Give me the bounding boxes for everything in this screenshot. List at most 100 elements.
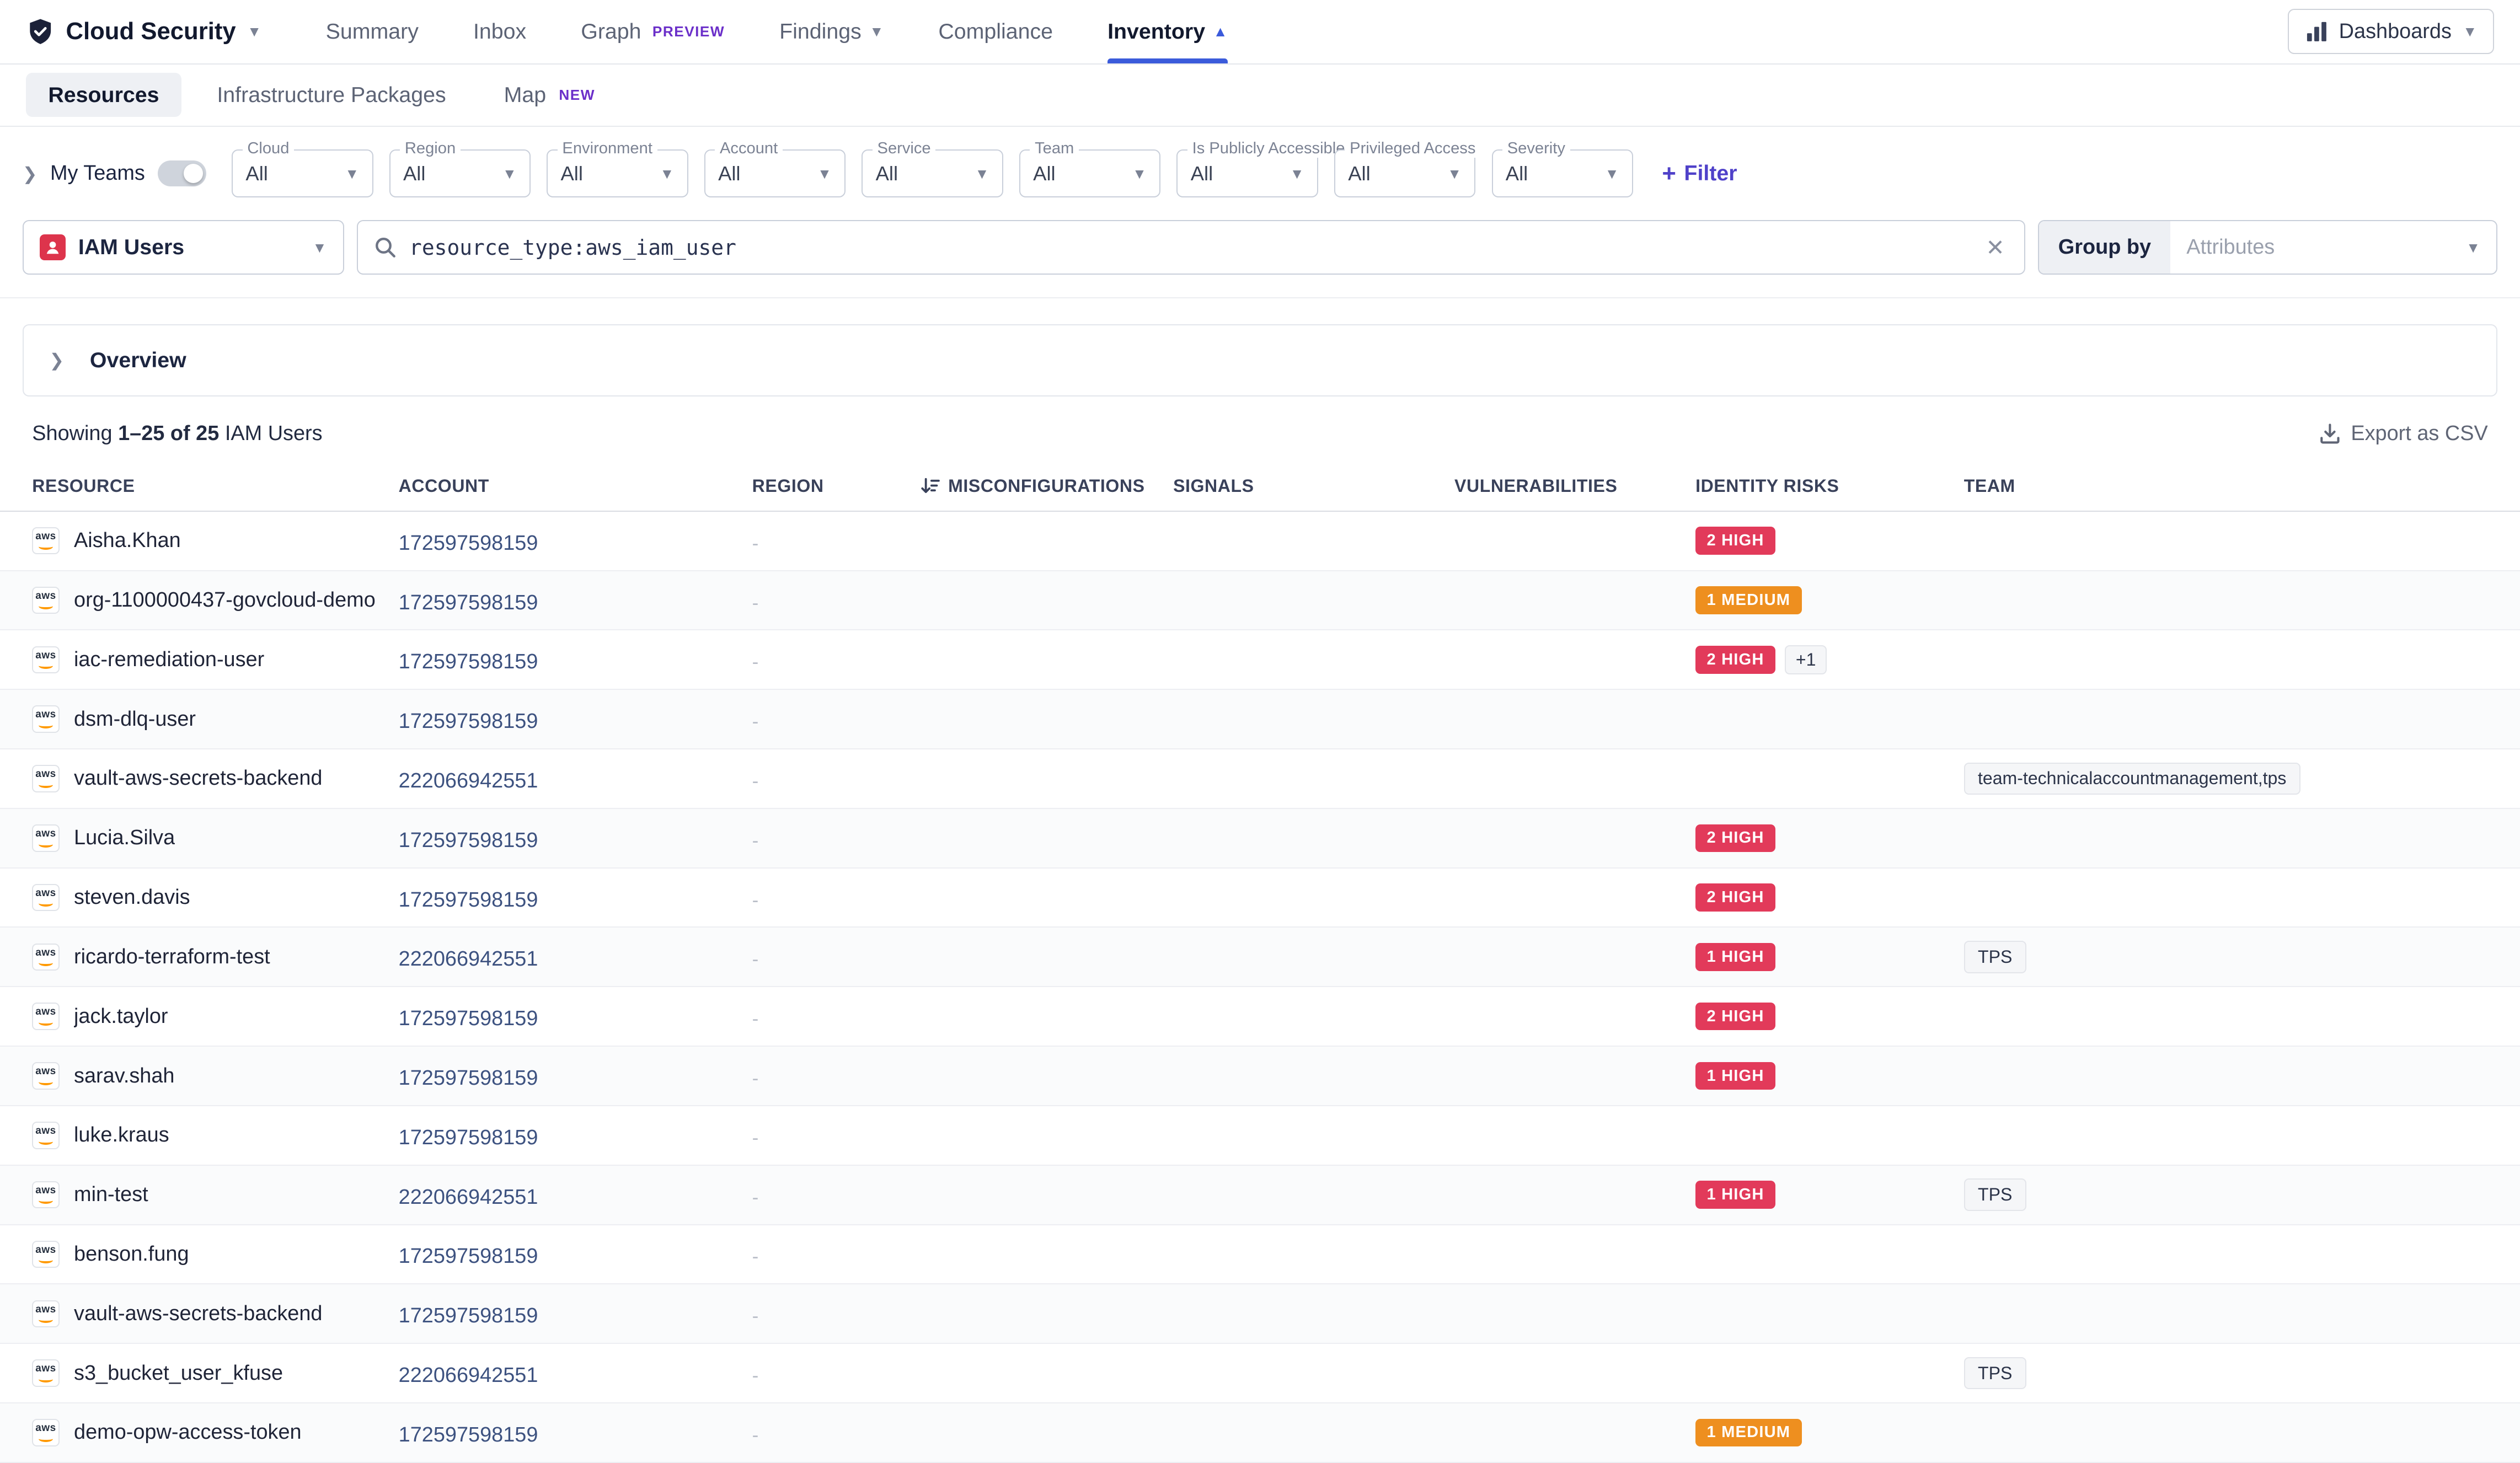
nav-item-inventory[interactable]: Inventory ▲	[1107, 0, 1228, 63]
table-row[interactable]: aws sarav.shah 172597598159 - 1 HIGH	[0, 1047, 2520, 1106]
table-row[interactable]: aws demo-opw-access-token 172597598159 -…	[0, 1403, 2520, 1463]
account-link[interactable]: 172597598159	[399, 591, 538, 614]
account-link[interactable]: 172597598159	[399, 1067, 538, 1090]
group-by-select[interactable]: Attributes ▼	[2170, 221, 2496, 274]
product-switcher[interactable]: Cloud Security ▼	[26, 0, 261, 63]
resource-name-link[interactable]: demo-opw-access-token	[74, 1421, 302, 1444]
export-csv-button[interactable]: Export as CSV	[2319, 422, 2488, 446]
resource-name-link[interactable]: dsm-dlq-user	[74, 708, 196, 731]
identity-risk-badge[interactable]: 1 HIGH	[1695, 1181, 1775, 1208]
column-header-resource[interactable]: RESOURCE	[32, 476, 398, 496]
table-row[interactable]: aws Aisha.Khan 172597598159 - 2 HIGH	[0, 512, 2520, 571]
nav-item-graph[interactable]: Graph PREVIEW	[581, 0, 725, 63]
tab-infrastructure-packages[interactable]: Infrastructure Packages	[195, 73, 469, 117]
filter-dropdown[interactable]: Team All ▼	[1019, 149, 1160, 197]
account-link[interactable]: 172597598159	[399, 1423, 538, 1446]
resource-name-link[interactable]: min-test	[74, 1183, 148, 1207]
identity-risk-badge[interactable]: 1 MEDIUM	[1695, 1419, 1802, 1446]
filter-dropdown[interactable]: Account All ▼	[704, 149, 846, 197]
overview-panel[interactable]: ❯ Overview	[23, 324, 2497, 396]
resource-name-link[interactable]: vault-aws-secrets-backend	[74, 1302, 322, 1326]
filter-dropdown[interactable]: Service All ▼	[862, 149, 1003, 197]
identity-risk-badge[interactable]: 1 HIGH	[1695, 943, 1775, 971]
team-chip[interactable]: TPS	[1964, 1357, 2026, 1389]
team-chip[interactable]: TPS	[1964, 1178, 2026, 1210]
account-link[interactable]: 222066942551	[399, 1186, 538, 1209]
table-row[interactable]: aws benson.fung 172597598159 -	[0, 1225, 2520, 1285]
resource-name-link[interactable]: Lucia.Silva	[74, 826, 175, 850]
column-header-team[interactable]: TEAM	[1964, 476, 2488, 496]
more-risks-chip[interactable]: +1	[1785, 645, 1826, 674]
resource-name-link[interactable]: benson.fung	[74, 1242, 189, 1266]
resource-name-link[interactable]: iac-remediation-user	[74, 648, 264, 672]
resource-name-link[interactable]: jack.taylor	[74, 1005, 168, 1028]
resource-name-link[interactable]: s3_bucket_user_kfuse	[74, 1362, 283, 1385]
account-link[interactable]: 172597598159	[399, 829, 538, 852]
identity-risk-badge[interactable]: 1 MEDIUM	[1695, 586, 1802, 614]
filter-dropdown[interactable]: Cloud All ▼	[232, 149, 373, 197]
my-teams-expander[interactable]: ❯ My Teams	[23, 160, 206, 186]
account-link[interactable]: 172597598159	[399, 1304, 538, 1327]
table-row[interactable]: aws luke.kraus 172597598159 -	[0, 1106, 2520, 1166]
resource-name-link[interactable]: steven.davis	[74, 886, 190, 909]
account-link[interactable]: 172597598159	[399, 710, 538, 733]
identity-risk-badge[interactable]: 2 HIGH	[1695, 824, 1775, 852]
team-chip[interactable]: team-technicalaccountmanagement,tps	[1964, 763, 2300, 795]
column-header-account[interactable]: ACCOUNT	[399, 476, 752, 496]
search-bar[interactable]: ✕	[357, 220, 2025, 275]
account-link[interactable]: 172597598159	[399, 532, 538, 555]
identity-risk-badge[interactable]: 1 HIGH	[1695, 1062, 1775, 1090]
column-header-signals[interactable]: SIGNALS	[1173, 476, 1454, 496]
resource-name-link[interactable]: org-1100000437-govcloud-demo	[74, 588, 376, 612]
nav-item-compliance[interactable]: Compliance	[938, 0, 1053, 63]
column-header-region[interactable]: REGION	[752, 476, 919, 496]
column-header-vulnerabilities[interactable]: VULNERABILITIES	[1454, 476, 1695, 496]
resource-name-link[interactable]: vault-aws-secrets-backend	[74, 767, 322, 790]
nav-item-inbox[interactable]: Inbox	[473, 0, 526, 63]
account-link[interactable]: 222066942551	[399, 769, 538, 792]
account-link[interactable]: 222066942551	[399, 1364, 538, 1387]
table-row[interactable]: aws min-test 222066942551 - 1 HIGH TPS	[0, 1166, 2520, 1225]
clear-search-icon[interactable]: ✕	[1983, 234, 2008, 261]
account-link[interactable]: 172597598159	[399, 1126, 538, 1149]
resource-name-link[interactable]: luke.kraus	[74, 1123, 169, 1147]
resource-name-link[interactable]: ricardo-terraform-test	[74, 945, 270, 969]
add-filter-button[interactable]: + Filter	[1662, 160, 1737, 187]
account-link[interactable]: 172597598159	[399, 888, 538, 912]
table-row[interactable]: aws steven.davis 172597598159 - 2 HIGH	[0, 869, 2520, 928]
table-row[interactable]: aws vault-aws-secrets-backend 2220669425…	[0, 749, 2520, 809]
filter-dropdown[interactable]: Environment All ▼	[547, 149, 688, 197]
column-header-misconfigurations[interactable]: MISCONFIGURATIONS	[919, 476, 1173, 497]
table-row[interactable]: aws org-1100000437-govcloud-demo 1725975…	[0, 571, 2520, 631]
table-row[interactable]: aws iac-remediation-user 172597598159 - …	[0, 630, 2520, 690]
tab-resources[interactable]: Resources	[26, 73, 182, 117]
table-row[interactable]: aws ricardo-terraform-test 222066942551 …	[0, 928, 2520, 987]
table-row[interactable]: aws jack.taylor 172597598159 - 2 HIGH	[0, 987, 2520, 1047]
column-header-identity-risks[interactable]: IDENTITY RISKS	[1695, 476, 1964, 496]
team-chip[interactable]: TPS	[1964, 941, 2026, 973]
account-link[interactable]: 172597598159	[399, 1245, 538, 1268]
table-row[interactable]: aws dsm-dlq-user 172597598159 -	[0, 690, 2520, 749]
tab-map[interactable]: Map NEW	[481, 73, 618, 117]
table-row[interactable]: aws s3_bucket_user_kfuse 222066942551 - …	[0, 1344, 2520, 1403]
filter-dropdown[interactable]: Severity All ▼	[1492, 149, 1633, 197]
resource-type-selector[interactable]: IAM Users ▼	[23, 220, 344, 275]
table-row[interactable]: aws vault-aws-secrets-backend 1725975981…	[0, 1284, 2520, 1344]
search-input[interactable]	[409, 235, 1970, 260]
nav-item-findings[interactable]: Findings ▼	[779, 0, 884, 63]
account-link[interactable]: 222066942551	[399, 947, 538, 971]
filter-dropdown[interactable]: Is Publicly Accessible All ▼	[1176, 149, 1318, 197]
resource-name-link[interactable]: sarav.shah	[74, 1064, 174, 1088]
account-link[interactable]: 172597598159	[399, 1007, 538, 1030]
identity-risk-badge[interactable]: 2 HIGH	[1695, 646, 1775, 673]
my-teams-toggle[interactable]	[158, 160, 206, 186]
identity-risk-badge[interactable]: 2 HIGH	[1695, 1003, 1775, 1030]
identity-risk-badge[interactable]: 2 HIGH	[1695, 527, 1775, 554]
table-row[interactable]: aws Lucia.Silva 172597598159 - 2 HIGH	[0, 809, 2520, 869]
filter-dropdown[interactable]: Privileged Access All ▼	[1334, 149, 1475, 197]
identity-risk-badge[interactable]: 2 HIGH	[1695, 883, 1775, 911]
filter-dropdown[interactable]: Region All ▼	[389, 149, 531, 197]
resource-name-link[interactable]: Aisha.Khan	[74, 529, 181, 553]
dashboards-button[interactable]: Dashboards ▼	[2288, 9, 2494, 54]
nav-item-summary[interactable]: Summary	[326, 0, 419, 63]
